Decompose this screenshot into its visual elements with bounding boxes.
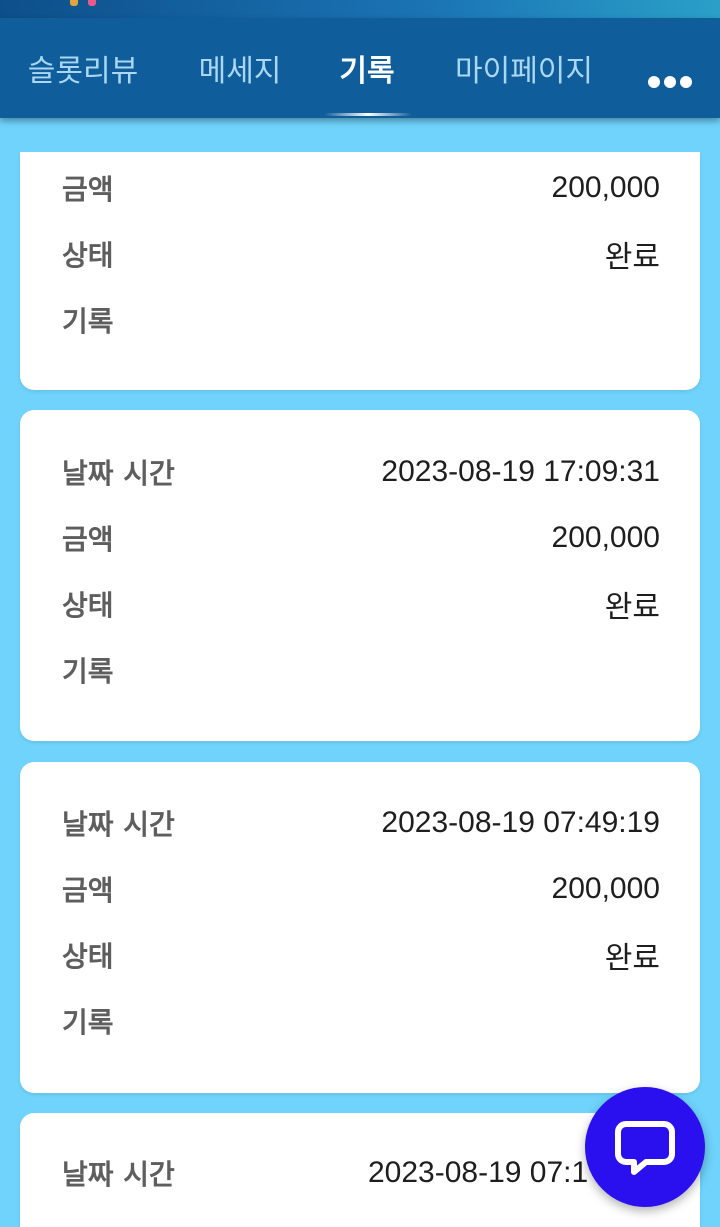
datetime-label: 날짜 시간 (62, 808, 175, 841)
status-label: 상태 (62, 239, 114, 272)
datetime-row: 날짜 시간 2023-08-19 17:09:31 (62, 452, 660, 492)
history-card: 금액 200,000 상태 완료 기록 (20, 152, 700, 390)
record-row: 기록 (62, 1001, 660, 1041)
tab-messages[interactable]: 메세지 (194, 18, 286, 118)
status-value: 완료 (604, 942, 660, 975)
amount-value: 200,000 (551, 872, 660, 905)
datetime-row: 날짜 시간 2023-08-19 07:1 (62, 1153, 660, 1193)
status-label: 상태 (62, 940, 114, 973)
record-label: 기록 (62, 655, 114, 688)
status-row: 상태 완료 (62, 584, 660, 624)
history-card: 날짜 시간 2023-08-19 07:49:19 금액 200,000 상태 … (20, 762, 700, 1093)
record-label: 기록 (62, 1006, 114, 1039)
active-tab-indicator (324, 113, 412, 116)
record-row: 기록 (62, 650, 660, 690)
datetime-value: 2023-08-19 07:1 (368, 1156, 589, 1189)
datetime-row: 날짜 시간 2023-08-19 07:49:19 (62, 803, 660, 843)
tab-history[interactable]: 기록 (334, 18, 400, 118)
amount-label: 금액 (62, 523, 114, 556)
status-value: 완료 (604, 591, 660, 624)
amount-label: 금액 (62, 173, 114, 206)
record-row: 기록 (62, 300, 660, 340)
datetime-label: 날짜 시간 (62, 457, 175, 490)
top-banner-strip (0, 0, 720, 20)
top-navigation: 슬롯리뷰 메세지 기록 마이페이지 (0, 18, 720, 118)
amount-row: 금액 200,000 (62, 518, 660, 558)
amount-value: 200,000 (551, 521, 660, 554)
history-card: 날짜 시간 2023-08-19 17:09:31 금액 200,000 상태 … (20, 410, 700, 741)
status-row: 상태 완료 (62, 935, 660, 975)
datetime-value: 2023-08-19 17:09:31 (381, 455, 660, 488)
amount-value: 200,000 (551, 171, 660, 204)
amount-row: 금액 200,000 (62, 168, 660, 208)
logo-fragment (70, 0, 124, 8)
amount-label: 금액 (62, 874, 114, 907)
more-horizontal-icon[interactable] (648, 76, 692, 88)
chat-bubble-icon (615, 1121, 675, 1175)
live-chat-button[interactable] (585, 1087, 705, 1207)
datetime-value: 2023-08-19 07:49:19 (381, 806, 660, 839)
status-value: 완료 (604, 241, 660, 274)
tab-mypage[interactable]: 마이페이지 (450, 18, 598, 118)
amount-row: 금액 200,000 (62, 869, 660, 909)
record-label: 기록 (62, 305, 114, 338)
status-label: 상태 (62, 589, 114, 622)
status-row: 상태 완료 (62, 234, 660, 274)
tab-slot-review[interactable]: 슬롯리뷰 (22, 18, 144, 118)
datetime-label: 날짜 시간 (62, 1158, 175, 1191)
